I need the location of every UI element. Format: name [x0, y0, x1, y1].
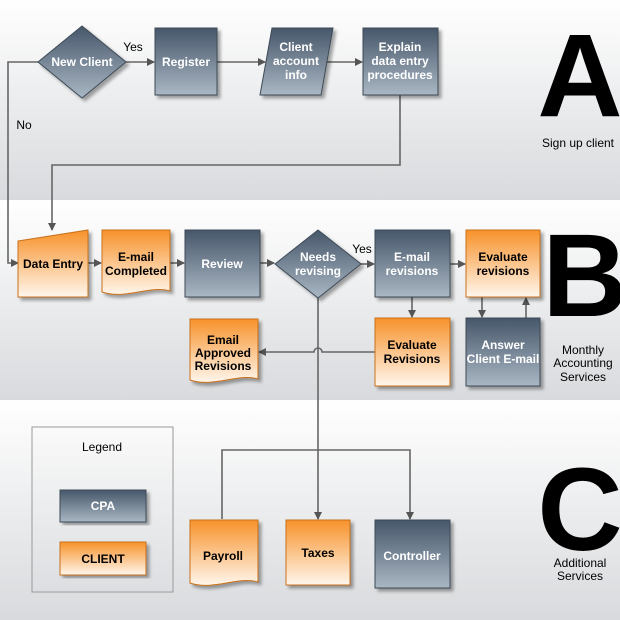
node-label: Approved: [195, 346, 251, 360]
node-payroll[interactable]: Payroll: [189, 519, 259, 586]
node-label: procedures: [367, 68, 433, 82]
section-caption: Services: [557, 569, 603, 583]
section-caption: Additional: [554, 556, 607, 570]
flowchart: Yes No Yes New Client Register Client ac…: [0, 0, 620, 620]
node-label: info: [285, 68, 307, 82]
legend-label: CLIENT: [81, 552, 125, 566]
section-letter-a: A: [537, 10, 620, 142]
section-caption: Sign up client: [542, 136, 615, 150]
legend: Legend CPA CLIENT: [31, 426, 174, 593]
node-label: account: [273, 54, 319, 68]
edge-label-yes: Yes: [123, 40, 143, 54]
node-email-revisions[interactable]: E-mail revisions: [374, 229, 451, 298]
section-letter-b: B: [542, 210, 620, 342]
node-label: New Client: [51, 55, 112, 69]
node-review[interactable]: Review: [184, 229, 261, 298]
node-label: revisions: [477, 264, 530, 278]
section-caption: Monthly: [562, 343, 604, 357]
node-email-completed[interactable]: E-mail Completed: [101, 229, 171, 295]
node-label: E-mail: [118, 250, 154, 264]
node-label: Evaluate: [478, 250, 528, 264]
node-label: Email: [207, 333, 239, 347]
node-label: Taxes: [301, 546, 334, 560]
node-email-approved-revisions[interactable]: Email Approved Revisions: [189, 318, 259, 383]
node-label: Client: [279, 40, 312, 54]
node-answer-client-email[interactable]: Answer Client E-mail: [465, 317, 541, 387]
edge-label-no: No: [16, 118, 32, 132]
section-caption: Services: [560, 370, 606, 384]
edge-label-yes: Yes: [352, 242, 372, 256]
node-taxes[interactable]: Taxes: [285, 519, 351, 586]
node-label: data entry: [371, 54, 429, 68]
node-data-entry[interactable]: Data Entry: [17, 229, 89, 298]
node-label: Revisions: [195, 359, 252, 373]
node-label: E-mail: [394, 250, 430, 264]
node-evaluate-revisions-client[interactable]: Evaluate revisions: [465, 229, 541, 298]
node-label: Payroll: [203, 549, 243, 563]
node-register[interactable]: Register: [154, 27, 218, 96]
node-label: Answer: [481, 338, 525, 352]
node-explain-procedures[interactable]: Explain data entry procedures: [362, 27, 439, 96]
node-label: revisions: [386, 264, 439, 278]
section-caption: Accounting: [553, 356, 612, 370]
node-label: Explain: [379, 40, 422, 54]
node-label: Register: [162, 55, 210, 69]
legend-item-client: CLIENT: [59, 541, 147, 576]
node-client-account-info[interactable]: Client account info: [259, 27, 334, 96]
node-label: Evaluate: [387, 338, 437, 352]
legend-title: Legend: [82, 440, 122, 454]
node-label: Revisions: [384, 352, 441, 366]
node-label: Review: [201, 257, 243, 271]
node-label: Needs: [300, 250, 336, 264]
legend-item-cpa: CPA: [59, 489, 147, 523]
legend-label: CPA: [91, 499, 116, 513]
node-label: Controller: [383, 549, 441, 563]
node-label: revising: [295, 264, 341, 278]
node-label: Completed: [105, 264, 167, 278]
node-label: Client E-mail: [467, 352, 540, 366]
node-evaluate-revisions[interactable]: Evaluate Revisions: [374, 317, 451, 387]
node-controller[interactable]: Controller: [374, 519, 451, 589]
node-label: Data Entry: [23, 257, 83, 271]
